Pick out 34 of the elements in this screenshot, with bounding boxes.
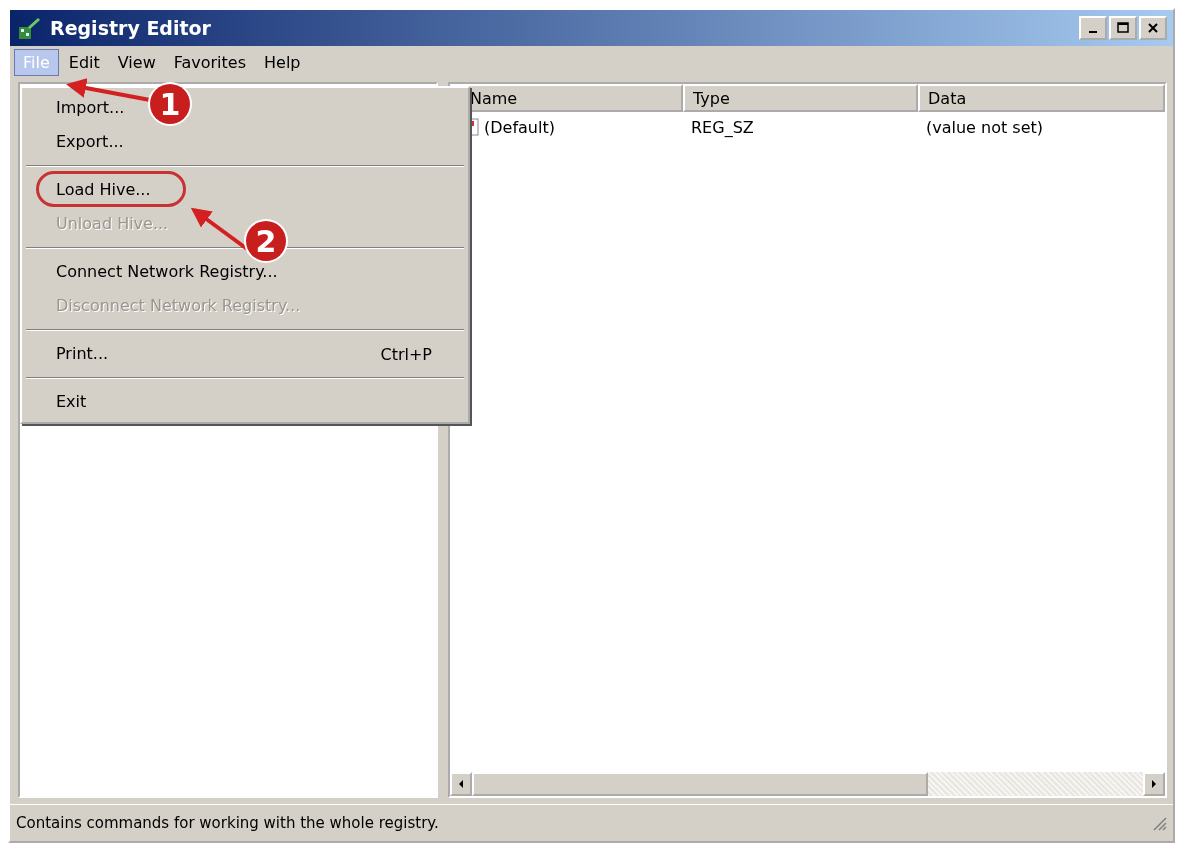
value-type: REG_SZ (690, 117, 755, 137)
window-title: Registry Editor (50, 17, 212, 39)
scroll-left-button[interactable] (450, 772, 472, 796)
maximize-button[interactable] (1109, 16, 1137, 40)
scroll-thumb[interactable] (472, 772, 928, 796)
maximize-icon (1117, 22, 1129, 34)
resize-grip-icon (1151, 815, 1167, 831)
close-icon (1147, 22, 1159, 34)
menu-option[interactable]: Exit (56, 394, 87, 410)
menu-option[interactable]: Import... (56, 100, 125, 116)
value-name[interactable]: (Default) (484, 117, 555, 137)
menu-item[interactable]: Edit (60, 49, 108, 75)
left-arrow-icon (457, 779, 465, 789)
minimize-icon (1089, 31, 1097, 33)
status-text: Contains commands for working with the whole registry. (16, 814, 440, 832)
right-arrow-icon (1150, 779, 1158, 789)
column-header[interactable]: Type (683, 84, 918, 112)
minimize-button[interactable] (1079, 16, 1107, 40)
close-button[interactable] (1139, 16, 1167, 40)
column-header[interactable]: Data (918, 84, 1165, 112)
menu-option[interactable]: Export... (56, 134, 124, 150)
menu-item[interactable]: Help (256, 49, 309, 75)
menu-option[interactable]: Load Hive... (56, 182, 151, 198)
menu-item[interactable]: View (109, 49, 164, 75)
menu-option[interactable]: Connect Network Registry... (56, 264, 278, 280)
step-number: 1 (150, 84, 190, 124)
scroll-right-button[interactable] (1143, 772, 1165, 796)
registry-icon (16, 15, 42, 41)
shortcut-label: Ctrl+P (380, 344, 432, 364)
menu-option[interactable]: Print... (56, 346, 109, 362)
value-data: (value not set) (925, 117, 1044, 137)
menu-item[interactable]: Favorites (165, 49, 254, 75)
step-number: 2 (246, 221, 286, 261)
horizontal-scrollbar[interactable] (450, 772, 1165, 796)
